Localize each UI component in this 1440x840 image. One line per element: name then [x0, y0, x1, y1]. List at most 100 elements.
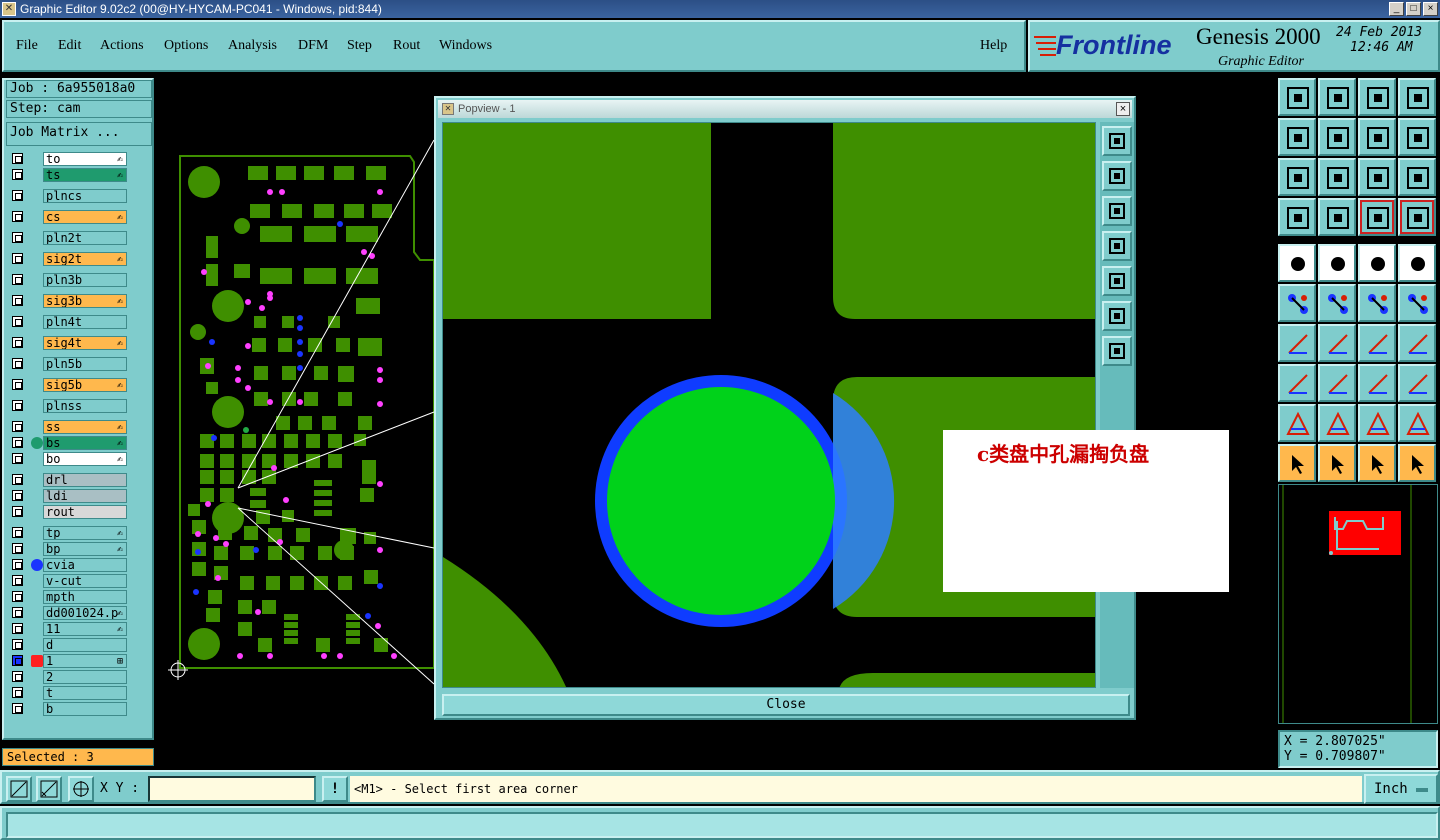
layer-checkbox[interactable] [12, 153, 23, 164]
layer-checkbox[interactable] [12, 211, 23, 222]
route-icon[interactable] [1398, 444, 1436, 482]
menu-edit[interactable]: Edit [58, 38, 81, 54]
triangle-move-icon[interactable] [1318, 404, 1356, 442]
fit-screen-icon[interactable] [1278, 158, 1316, 196]
command-input-area[interactable] [6, 812, 1438, 838]
layer-checkbox[interactable] [12, 421, 23, 432]
layer-checkbox[interactable] [12, 623, 23, 634]
close-window-button[interactable]: × [1423, 2, 1438, 16]
layer-row-pln5b[interactable]: pln5b [9, 357, 131, 371]
popview-close-button[interactable]: Close [442, 694, 1130, 716]
copy-icon[interactable] [1398, 284, 1436, 322]
layer-checkbox[interactable] [12, 490, 23, 501]
popview-pan-right-icon[interactable] [1102, 266, 1132, 296]
layer-row-ss[interactable]: ss ✍ [9, 420, 131, 434]
layer-checkbox[interactable] [12, 453, 23, 464]
popview-expand-icon[interactable] [1102, 301, 1132, 331]
snake-icon[interactable] [1398, 118, 1436, 156]
layer-checkbox[interactable] [12, 358, 23, 369]
layer-row-sig2t[interactable]: sig2t ✍ [9, 252, 131, 266]
pan-left-icon[interactable] [1278, 118, 1316, 156]
menu-step[interactable]: Step [347, 38, 372, 54]
menu-analysis[interactable]: Analysis [228, 38, 277, 54]
layer-row-sig3b[interactable]: sig3b ✍ [9, 294, 131, 308]
overview-map[interactable] [1278, 484, 1438, 724]
layer-checkbox[interactable] [12, 639, 23, 650]
scale-1to2-icon[interactable] [1358, 158, 1396, 196]
layer-row-tp[interactable]: tp ✍ [9, 526, 131, 540]
layer-row-11[interactable]: 11 ✍ [9, 622, 131, 636]
feature-select-icon[interactable] [1318, 244, 1356, 282]
mirror-icon[interactable] [1358, 118, 1396, 156]
add-pad-icon[interactable] [1278, 244, 1316, 282]
layer-row-drl[interactable]: drl [9, 473, 131, 487]
help-icon[interactable] [1398, 158, 1436, 196]
layer-row-dd001024.p[interactable]: dd001024.p ✍ [9, 606, 131, 620]
select-cursor-icon[interactable] [1358, 444, 1396, 482]
angle-icon[interactable] [1278, 324, 1316, 362]
minimize-button[interactable]: _ [1389, 2, 1404, 16]
layer-checkbox[interactable] [12, 337, 23, 348]
layer-checkbox[interactable] [12, 527, 23, 538]
popview-center-icon[interactable] [1102, 336, 1132, 366]
layer-row-t[interactable]: t [9, 686, 131, 700]
menu-rout[interactable]: Rout [393, 38, 420, 54]
split-view-icon[interactable] [1398, 78, 1436, 116]
span-icon[interactable] [1318, 364, 1356, 402]
layer-row-pln4t[interactable]: pln4t [9, 315, 131, 329]
layer-row-bo[interactable]: bo ✍ [9, 452, 131, 466]
layer-row-cvia[interactable]: cvia [9, 558, 131, 572]
layer-checkbox[interactable] [12, 506, 23, 517]
layer-checkbox[interactable] [12, 575, 23, 586]
layer-checkbox[interactable] [12, 274, 23, 285]
layer-row-plncs[interactable]: plncs [9, 189, 131, 203]
layer-row-d[interactable]: d [9, 638, 131, 652]
layer-checkbox[interactable] [12, 703, 23, 714]
zoom-out-icon[interactable] [1318, 78, 1356, 116]
grid-icon[interactable] [1318, 198, 1356, 236]
menu-options[interactable]: Options [164, 38, 208, 54]
layer-checkbox[interactable] [12, 379, 23, 390]
layer-checkbox[interactable] [12, 474, 23, 485]
fit-center-icon[interactable] [1318, 158, 1356, 196]
menu-windows[interactable]: Windows [439, 38, 492, 54]
layer-row-mpth[interactable]: mpth [9, 590, 131, 604]
nets-icon[interactable] [1358, 198, 1396, 236]
move-icon[interactable] [1358, 284, 1396, 322]
menu-help[interactable]: Help [980, 38, 1007, 54]
layer-checkbox[interactable] [12, 671, 23, 682]
layer-checkbox[interactable] [12, 687, 23, 698]
profile-icon[interactable] [1398, 364, 1436, 402]
layer-checkbox[interactable] [12, 543, 23, 554]
menu-dfm[interactable]: DFM [298, 38, 328, 54]
layer-row-ldi[interactable]: ldi [9, 489, 131, 503]
layer-row-pln2t[interactable]: pln2t [9, 231, 131, 245]
maximize-button[interactable]: □ [1406, 2, 1421, 16]
layer-checkbox[interactable] [12, 559, 23, 570]
triangle-icon[interactable] [1278, 404, 1316, 442]
job-matrix-button[interactable]: Job Matrix ... [6, 122, 152, 146]
grid-snap-icon[interactable] [68, 776, 94, 802]
line-icon[interactable] [1318, 324, 1356, 362]
layer-checkbox[interactable] [12, 607, 23, 618]
layer-row-bp[interactable]: bp ✍ [9, 542, 131, 556]
layer-row-b[interactable]: b [9, 702, 131, 716]
layer-row-plnss[interactable]: plnss [9, 399, 131, 413]
select-box-icon[interactable] [1318, 444, 1356, 482]
layer-row-1[interactable]: 1 ⊞ [9, 654, 131, 668]
netlist-icon[interactable] [1398, 198, 1436, 236]
layer-checkbox[interactable] [12, 169, 23, 180]
menu-file[interactable]: File [16, 38, 38, 54]
pad-shape-icon[interactable] [1398, 244, 1436, 282]
warning-button[interactable]: ! [322, 776, 348, 802]
layer-checkbox[interactable] [12, 295, 23, 306]
layer-checkbox[interactable] [12, 400, 23, 411]
cross-icon[interactable] [1318, 284, 1356, 322]
measure-icon[interactable] [36, 776, 62, 802]
corner-icon[interactable] [1278, 364, 1316, 402]
popview-pan-left-icon[interactable] [1102, 231, 1132, 261]
units-select[interactable]: Inch [1364, 774, 1438, 804]
house-icon[interactable] [1358, 78, 1396, 116]
layer-row-pln3b[interactable]: pln3b [9, 273, 131, 287]
zoom-area-icon[interactable] [6, 776, 32, 802]
